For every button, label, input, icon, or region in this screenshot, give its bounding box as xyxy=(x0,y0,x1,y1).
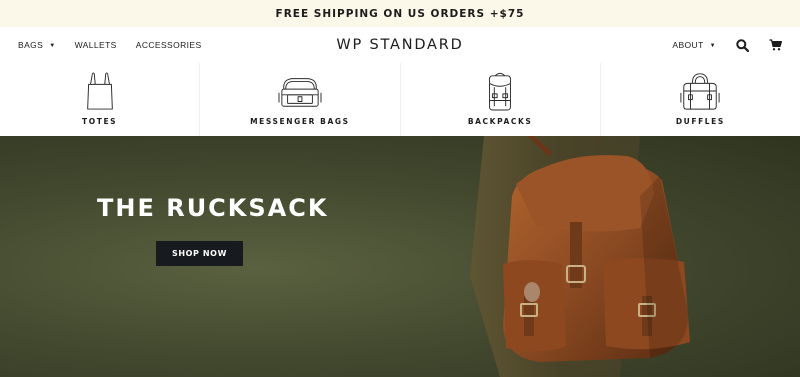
shop-now-button[interactable]: SHOP NOW xyxy=(156,241,243,266)
nav-accessories-label: ACCESSORIES xyxy=(135,40,202,50)
shop-now-label: SHOP NOW xyxy=(171,249,228,258)
search-button[interactable] xyxy=(736,38,749,52)
category-messenger-bags[interactable]: MESSENGER BAGS xyxy=(200,63,401,136)
nav-accessories[interactable]: ACCESSORIES xyxy=(136,40,202,50)
category-totes-label: TOTES xyxy=(82,117,118,126)
nav-bags[interactable]: BAGS ▼ xyxy=(18,40,56,50)
cart-icon xyxy=(769,39,782,51)
messenger-bag-icon xyxy=(278,78,322,107)
hero-title: THE RUCKSACK xyxy=(97,194,329,222)
nav-bags-label: BAGS xyxy=(18,40,44,50)
main-header: BAGS ▼ WALLETS ACCESSORIES WP STANDARD A… xyxy=(0,27,800,63)
category-menu: TOTES MESSENGER BAGS BACKPACKS DUFFLES xyxy=(0,63,800,136)
category-duffles[interactable]: DUFFLES xyxy=(601,63,800,136)
tote-bag-icon xyxy=(86,72,113,110)
category-backpacks-label: BACKPACKS xyxy=(467,117,533,126)
nav-wallets[interactable]: WALLETS xyxy=(75,40,117,50)
primary-nav: BAGS ▼ WALLETS ACCESSORIES xyxy=(18,27,221,63)
category-duffles-label: DUFFLES xyxy=(675,117,725,126)
category-backpacks[interactable]: BACKPACKS xyxy=(401,63,601,136)
backpack-photo xyxy=(470,136,690,377)
nav-about-label: ABOUT xyxy=(672,40,704,50)
chevron-down-icon: ▼ xyxy=(49,42,56,49)
duffle-bag-icon xyxy=(680,73,720,110)
nav-about[interactable]: ABOUT ▼ xyxy=(672,40,716,50)
search-icon xyxy=(736,38,749,52)
nav-wallets-label: WALLETS xyxy=(74,40,117,50)
category-messenger-bags-label: MESSENGER BAGS xyxy=(250,117,350,126)
hero-banner[interactable]: THE RUCKSACK SHOP NOW xyxy=(0,136,800,377)
utility-nav: ABOUT ▼ xyxy=(672,27,782,63)
category-totes[interactable]: TOTES xyxy=(0,63,201,136)
site-logo-text[interactable]: WP STANDARD xyxy=(336,37,463,53)
chevron-down-icon: ▼ xyxy=(709,42,716,49)
promo-text: FREE SHIPPING ON US ORDERS +$75 xyxy=(275,7,525,20)
backpack-icon xyxy=(489,72,512,111)
promo-banner: FREE SHIPPING ON US ORDERS +$75 xyxy=(0,0,800,27)
cart-button[interactable] xyxy=(769,39,782,51)
